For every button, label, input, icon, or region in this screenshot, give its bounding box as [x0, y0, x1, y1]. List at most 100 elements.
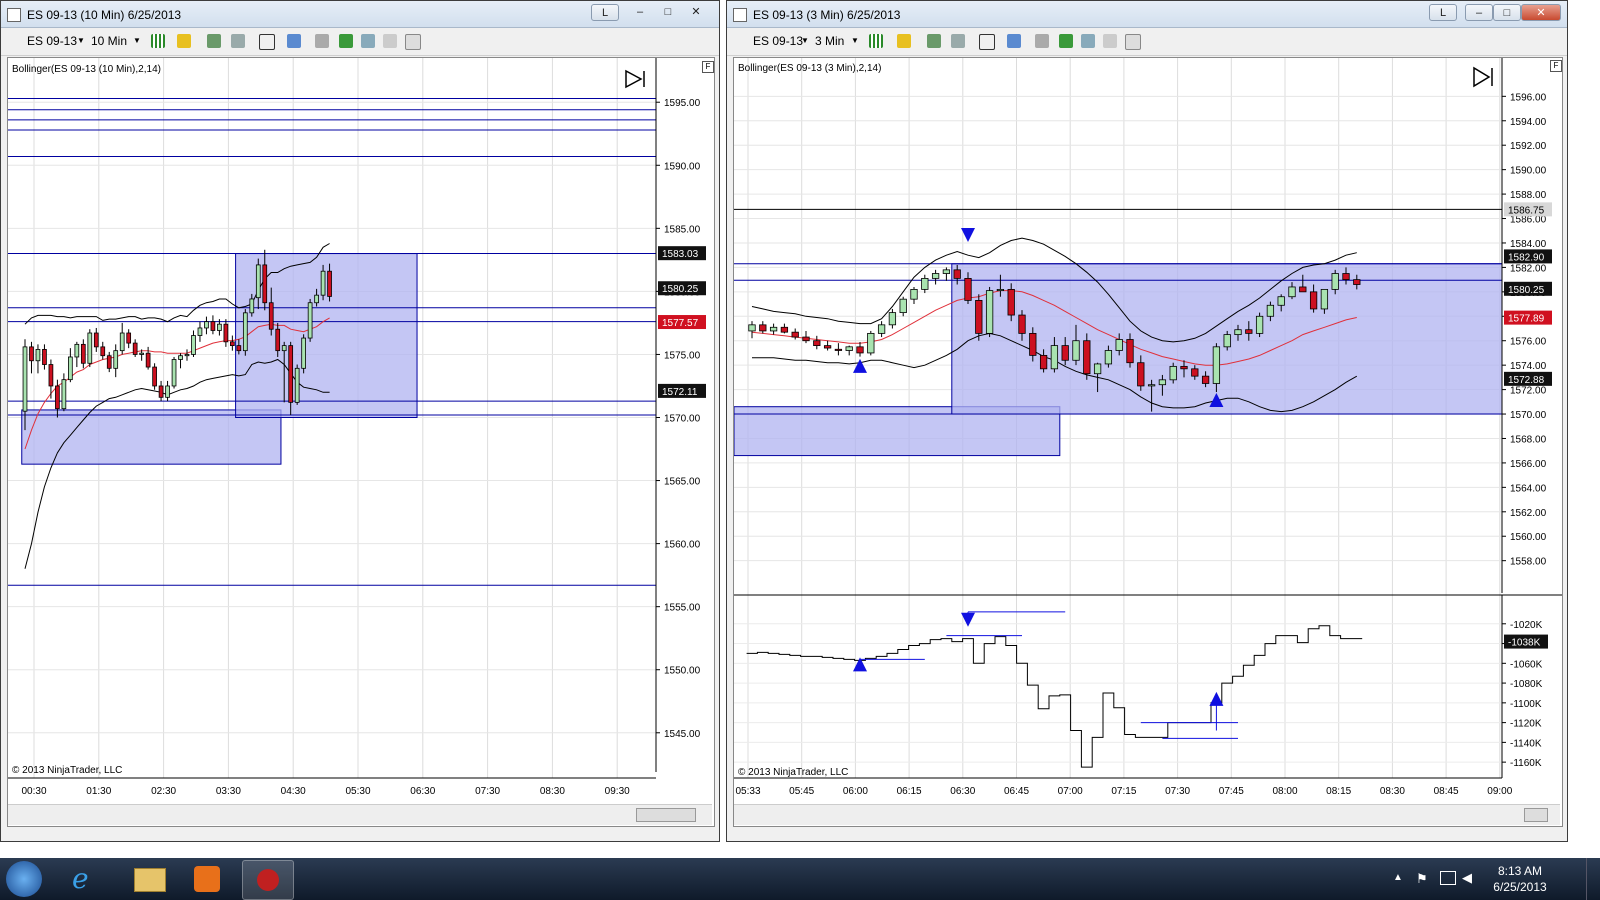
data-box-icon[interactable] [1059, 34, 1073, 48]
candle-body [802, 336, 810, 342]
template-icon[interactable] [405, 34, 421, 50]
clock-time[interactable]: 8:13 AM [1490, 864, 1550, 878]
instrument-selector[interactable]: ES 09-13 [753, 33, 803, 49]
instrument-selector[interactable]: ES 09-13 [27, 33, 77, 49]
interval-selector[interactable]: 10 Min [91, 33, 127, 49]
draw-pencil-icon[interactable] [177, 34, 191, 48]
chart-trader-icon[interactable] [361, 34, 375, 48]
network-icon[interactable] [1440, 871, 1456, 885]
candle-body [1093, 363, 1102, 375]
file-explorer-icon[interactable] [134, 868, 166, 892]
draw-pencil-icon[interactable] [897, 34, 911, 48]
delta-y-tick-label: -1060K [1510, 659, 1543, 670]
price-marker-label: 1580.25 [1508, 285, 1545, 296]
interval-selector[interactable]: 3 Min [815, 33, 844, 49]
y-tick-label: 1570.00 [1510, 410, 1547, 421]
x-tick-label: 07:00 [1058, 786, 1083, 797]
y-tick-label: 1576.00 [1510, 337, 1547, 348]
scroll-thumb[interactable] [636, 808, 696, 822]
properties-icon[interactable] [315, 34, 329, 48]
x-tick-label: 05:33 [735, 786, 760, 797]
candle-body [975, 299, 983, 334]
candle-body [780, 326, 789, 333]
chart-trader-icon[interactable] [1081, 34, 1095, 48]
clock-date[interactable]: 6/25/2013 [1490, 880, 1550, 894]
data-box-icon[interactable] [339, 34, 353, 48]
x-tick-label: 00:30 [21, 786, 46, 797]
candle-body [242, 312, 248, 352]
properties-icon[interactable] [1035, 34, 1049, 48]
right-chart-area[interactable]: 05:33 05:45 06:00 06:15 06:30 06:45 07:00 07:15… [733, 57, 1563, 827]
delta-current-value-label: -1038K [1508, 638, 1541, 649]
start-button[interactable] [6, 861, 42, 897]
x-tick-label: 08:45 [1434, 786, 1459, 797]
candle-body [197, 327, 203, 336]
candle-body [910, 288, 918, 300]
x-tick-label: 02:30 [151, 786, 176, 797]
link-button[interactable]: L [591, 4, 619, 21]
tray-expand-icon[interactable]: ▲ [1393, 872, 1403, 883]
close-button[interactable]: ✕ [685, 4, 707, 21]
f-box[interactable]: F [1550, 60, 1562, 72]
candle-body [171, 359, 177, 387]
candle-body [307, 302, 313, 339]
chevron-down-icon[interactable]: ▼ [133, 33, 141, 49]
minimize-button[interactable]: – [629, 4, 651, 21]
scrollbar[interactable] [734, 804, 1560, 825]
candle-body [255, 264, 261, 299]
candle-body [165, 385, 170, 398]
y-tick-label: 1582.00 [1510, 263, 1547, 274]
crosshair-icon[interactable] [979, 34, 995, 50]
right-price-chart[interactable]: 05:33 05:45 06:00 06:15 06:30 06:45 07:00 07:15… [734, 58, 1562, 826]
scroll-thumb[interactable] [1524, 808, 1548, 822]
indicator-icon[interactable] [207, 34, 221, 48]
zoom-icon[interactable] [287, 34, 301, 48]
candle-body [22, 346, 28, 412]
x-tick-label: 01:30 [86, 786, 111, 797]
link-button[interactable]: L [1429, 4, 1457, 21]
candle-body [985, 290, 994, 334]
chevron-down-icon[interactable]: ▼ [851, 33, 859, 49]
candle-body [119, 332, 125, 352]
chevron-down-icon[interactable]: ▼ [77, 33, 85, 49]
candle-body [921, 277, 929, 290]
candle-body [93, 332, 99, 348]
crosshair-icon[interactable] [259, 34, 275, 50]
left-chart-area[interactable]: 00:30 01:30 02:30 03:30 04:30 05:30 06:30 07:30… [7, 57, 715, 827]
strategy-icon[interactable] [951, 34, 965, 48]
candle-body [100, 346, 106, 357]
ninjatrader-taskbar-button[interactable] [242, 860, 294, 900]
candle-body [68, 356, 73, 381]
scrollbar[interactable] [8, 804, 712, 825]
candle-body [1061, 345, 1069, 361]
show-desktop-button[interactable] [1586, 858, 1600, 900]
strategy-icon[interactable] [231, 34, 245, 48]
f-box[interactable]: F [702, 61, 714, 73]
x-tick-label: 06:45 [1004, 786, 1029, 797]
x-tick-label: 09:30 [605, 786, 630, 797]
left-chart-window: ES 09-13 (10 Min) 6/25/2013 L – □ ✕ ES 0… [0, 0, 720, 842]
indicator-icon[interactable] [927, 34, 941, 48]
candle-body [856, 346, 864, 354]
y-tick-label: 1572.00 [1510, 386, 1547, 397]
money-icon[interactable] [383, 34, 397, 48]
candle-body [314, 294, 319, 304]
maximize-button[interactable]: □ [657, 4, 679, 21]
flag-icon[interactable]: ⚑ [1416, 871, 1428, 887]
minimize-button[interactable]: – [1465, 4, 1493, 21]
chevron-down-icon[interactable]: ▼ [801, 33, 809, 49]
template-icon[interactable] [1125, 34, 1141, 50]
left-price-chart[interactable]: 00:30 01:30 02:30 03:30 04:30 05:30 06:30 07:30… [8, 58, 714, 826]
zoom-icon[interactable] [1007, 34, 1021, 48]
x-tick-label: 08:00 [1272, 786, 1297, 797]
volume-icon[interactable]: ◀ [1462, 870, 1472, 886]
candle-body [1158, 379, 1167, 386]
bar-type-icon[interactable] [151, 34, 165, 48]
price-marker-label: 1583.03 [662, 249, 699, 260]
maximize-button[interactable]: □ [1493, 4, 1521, 21]
bar-type-icon[interactable] [869, 34, 883, 48]
money-icon[interactable] [1103, 34, 1117, 48]
close-button[interactable]: ✕ [1521, 4, 1561, 21]
internet-explorer-icon[interactable]: e [72, 864, 102, 894]
media-player-icon[interactable] [194, 866, 220, 892]
